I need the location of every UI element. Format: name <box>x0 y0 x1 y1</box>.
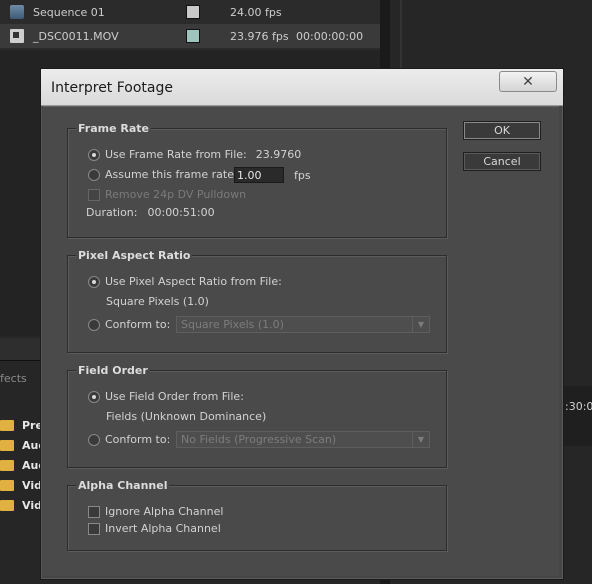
checkbox-icon <box>88 188 100 201</box>
use-field-order-from-file-radio[interactable]: Use Field Order from File: <box>88 390 244 403</box>
conform-par-radio[interactable]: Conform to: <box>88 318 170 331</box>
close-icon: ✕ <box>522 73 534 90</box>
cancel-button[interactable]: Cancel <box>463 152 541 171</box>
folder-icon <box>0 440 14 451</box>
pixel-aspect-ratio-group: Pixel Aspect Ratio Use Pixel Aspect Rati… <box>67 249 447 353</box>
file-par-value: Square Pixels (1.0) <box>106 295 209 308</box>
radio-selected-icon <box>88 390 100 403</box>
radio-selected-icon <box>88 148 100 161</box>
label-color-swatch <box>186 5 200 19</box>
interpret-footage-dialog: Interpret Footage ✕ Frame Rate Use Frame… <box>40 68 564 580</box>
conform-field-order-radio[interactable]: Conform to: <box>88 433 170 446</box>
project-item-fps: 24.00 fps <box>230 5 282 19</box>
folder-icon <box>0 460 14 471</box>
use-frame-rate-from-file-radio[interactable]: Use Frame Rate from File: 23.9760 <box>88 148 301 161</box>
effects-folder[interactable]: Pre <box>0 416 43 436</box>
field-order-group: Field Order Use Field Order from File: F… <box>67 364 447 468</box>
ignore-alpha-checkbox[interactable]: Ignore Alpha Channel <box>88 505 223 518</box>
conform-field-order-dropdown[interactable]: No Fields (Progressive Scan) ▼ <box>176 431 430 448</box>
remove-pulldown-checkbox[interactable]: Remove 24p DV Pulldown <box>88 188 246 201</box>
close-button[interactable]: ✕ <box>499 71 557 92</box>
project-row[interactable]: _DSC0011.MOV 23.976 fps 00:00:00:00 <box>0 24 380 48</box>
radio-unselected-icon <box>88 168 100 181</box>
dropdown-arrow-icon: ▼ <box>412 317 429 332</box>
file-frame-rate-value: 23.9760 <box>255 148 302 161</box>
checkbox-icon <box>88 505 100 518</box>
duration-readout: Duration: 00:00:51:00 <box>86 206 215 219</box>
pixel-aspect-ratio-title: Pixel Aspect Ratio <box>76 249 193 262</box>
frame-rate-group: Frame Rate Use Frame Rate from File: 23.… <box>67 122 447 238</box>
panel-toolbar <box>0 338 42 361</box>
duration-value: 00:00:51:00 <box>147 206 215 219</box>
label-color-swatch <box>186 29 200 43</box>
radio-selected-icon <box>88 275 100 288</box>
alpha-channel-group: Alpha Channel Ignore Alpha Channel Inver… <box>67 479 447 551</box>
sequence-icon <box>10 5 24 19</box>
ok-button[interactable]: OK <box>463 121 541 140</box>
dialog-title: Interpret Footage <box>51 80 174 96</box>
dropdown-selected-value: Square Pixels (1.0) <box>181 318 284 331</box>
radio-unselected-icon <box>88 318 100 331</box>
effects-folder[interactable]: Vide <box>0 496 49 516</box>
project-item-fps: 23.976 fps <box>230 29 289 43</box>
use-par-from-file-radio[interactable]: Use Pixel Aspect Ratio from File: <box>88 275 282 288</box>
project-item-timecode: 00:00:00:00 <box>296 29 364 43</box>
checkbox-icon <box>88 522 100 535</box>
dropdown-selected-value: No Fields (Progressive Scan) <box>181 433 337 446</box>
timeline-timecode: :30:00 <box>565 400 592 413</box>
folder-icon <box>0 500 14 511</box>
assume-frame-rate-radio[interactable]: Assume this frame rate: <box>88 168 238 181</box>
project-item-name: _DSC0011.MOV <box>33 29 119 43</box>
effects-folder[interactable]: Vide <box>0 476 49 496</box>
folder-icon <box>0 420 14 431</box>
dropdown-arrow-icon: ▼ <box>412 432 429 447</box>
timeline-ruler <box>562 386 592 446</box>
field-order-title: Field Order <box>76 364 150 377</box>
frame-rate-title: Frame Rate <box>76 122 152 135</box>
effects-folder[interactable]: Aud <box>0 456 46 476</box>
conform-par-dropdown[interactable]: Square Pixels (1.0) ▼ <box>176 316 430 333</box>
assume-frame-rate-input[interactable] <box>234 167 284 183</box>
effects-tab[interactable]: fects <box>0 372 42 385</box>
invert-alpha-checkbox[interactable]: Invert Alpha Channel <box>88 522 221 535</box>
dialog-titlebar[interactable]: Interpret Footage ✕ <box>41 69 563 106</box>
file-field-order-value: Fields (Unknown Dominance) <box>106 410 267 423</box>
fps-unit-label: fps <box>294 169 311 182</box>
effects-folder[interactable]: Aud <box>0 436 46 456</box>
movie-file-icon <box>10 29 24 43</box>
alpha-channel-title: Alpha Channel <box>76 479 170 492</box>
dialog-body: Frame Rate Use Frame Rate from File: 23.… <box>43 106 559 576</box>
radio-unselected-icon <box>88 433 100 446</box>
project-row[interactable]: Sequence 01 24.00 fps <box>0 0 380 24</box>
folder-icon <box>0 480 14 491</box>
project-item-name: Sequence 01 <box>33 5 105 19</box>
project-panel: Sequence 01 24.00 fps _DSC0011.MOV 23.97… <box>0 0 380 50</box>
